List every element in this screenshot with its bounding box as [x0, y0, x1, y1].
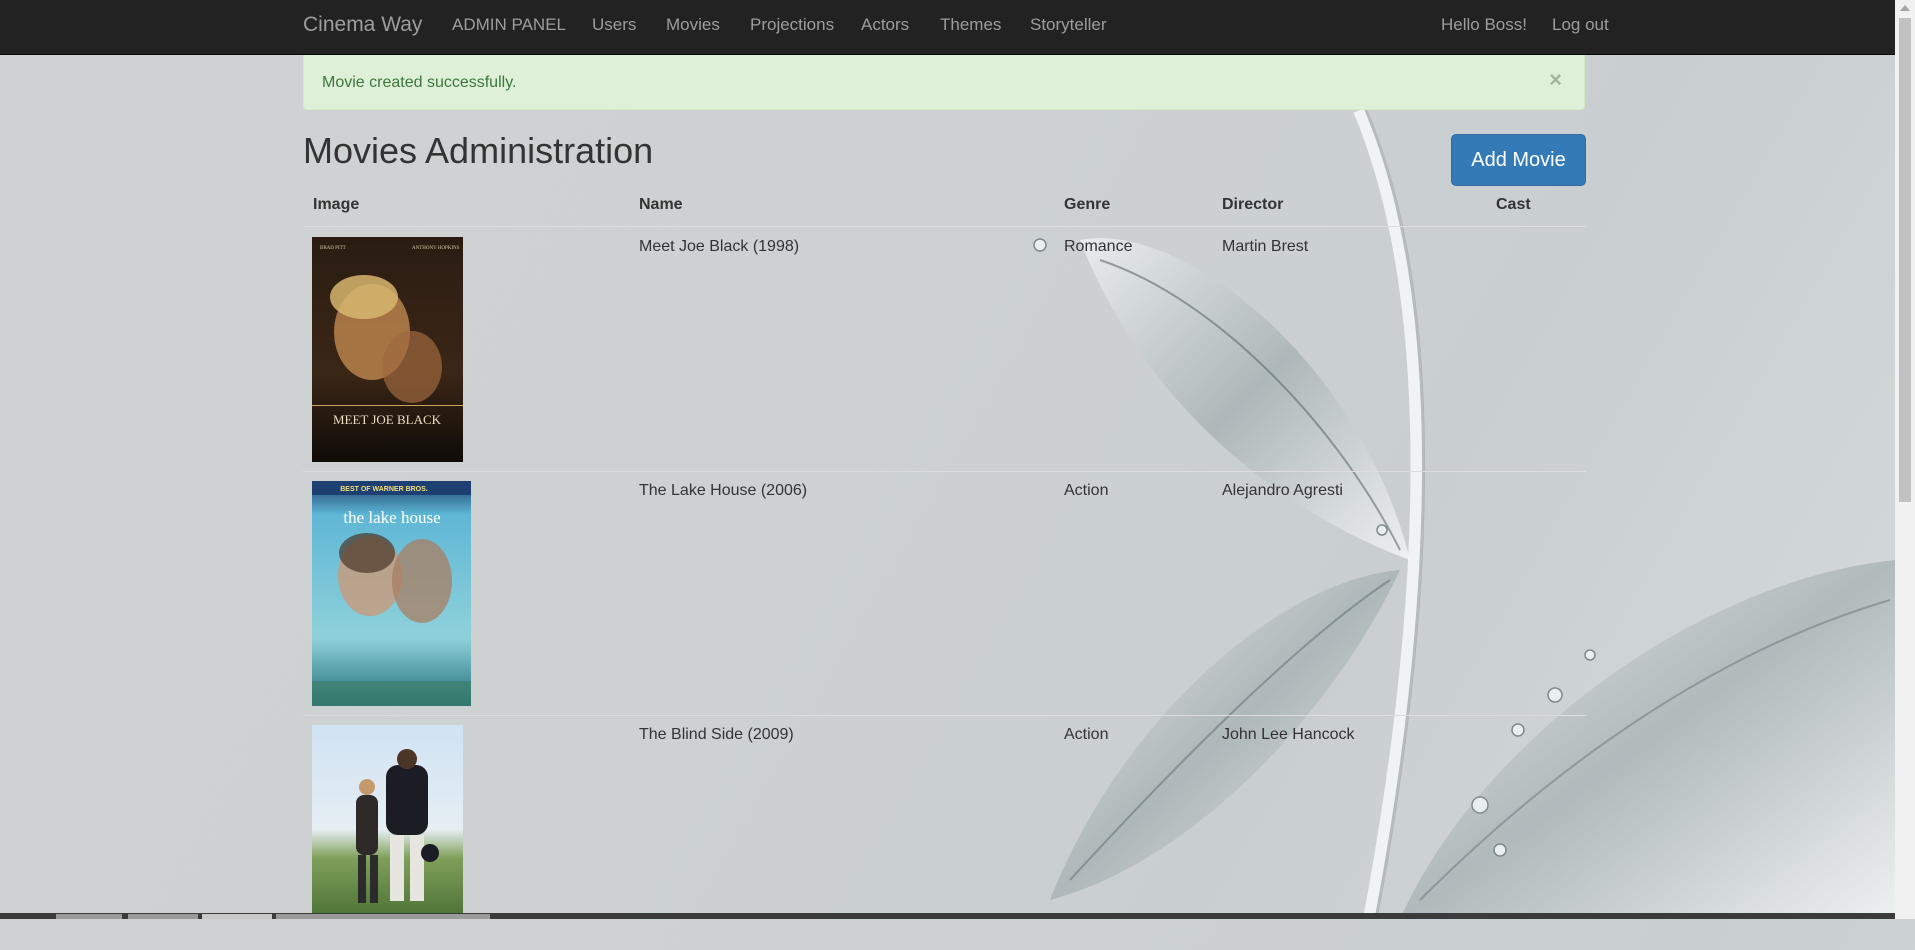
movie-poster-image: BEST OF WARNER BROS. the lake house — [312, 481, 471, 706]
scroll-up-icon[interactable] — [1900, 5, 1910, 11]
nav-logout[interactable]: Log out — [1552, 15, 1609, 35]
movie-name: The Lake House (2006) — [639, 482, 808, 499]
movie-name: The Blind Side (2009) — [639, 726, 794, 743]
row-divider — [303, 715, 1586, 716]
background-leaf-art — [1033, 107, 1895, 919]
movie-name: Meet Joe Black (1998) — [639, 238, 800, 255]
nav-storyteller[interactable]: Storyteller — [1030, 15, 1107, 35]
taskbar-tab[interactable] — [128, 914, 198, 919]
movie-director: Martin Brest — [1222, 238, 1309, 255]
add-movie-button[interactable]: Add Movie — [1451, 134, 1586, 186]
column-header-cast: Cast — [1496, 196, 1531, 213]
column-header-image: Image — [313, 196, 360, 213]
poster-top-left-text: BRAD PITT — [320, 246, 346, 251]
taskbar-tab[interactable] — [276, 914, 490, 919]
header-divider — [303, 226, 1586, 227]
nav-projections[interactable]: Projections — [750, 15, 834, 35]
movie-director: Alejandro Agresti — [1222, 482, 1343, 499]
nav-themes[interactable]: Themes — [940, 15, 1001, 35]
bottom-taskbar-strip — [0, 913, 1895, 919]
poster-top-right-text: ANTHONY HOPKINS — [412, 246, 460, 251]
nav-users[interactable]: Users — [592, 15, 636, 35]
taskbar-tab[interactable] — [202, 914, 272, 919]
poster-title-text: the lake house — [343, 508, 440, 527]
movie-genre: Action — [1064, 482, 1109, 499]
column-header-genre: Genre — [1064, 196, 1111, 213]
page-scrollbar[interactable] — [1895, 0, 1915, 919]
nav-movies[interactable]: Movies — [666, 15, 720, 35]
alert-close-icon[interactable]: × — [1549, 67, 1562, 93]
nav-admin-panel[interactable]: ADMIN PANEL — [452, 15, 566, 35]
alert-message: Movie created successfully. — [322, 74, 517, 91]
poster-banner-text: BEST OF WARNER BROS. — [340, 486, 428, 493]
movie-genre: Action — [1064, 726, 1109, 743]
nav-actors[interactable]: Actors — [861, 15, 909, 35]
taskbar-tab[interactable] — [56, 914, 122, 919]
success-alert: Movie created successfully. × — [303, 54, 1585, 110]
movie-genre: Romance — [1064, 238, 1133, 255]
column-header-name: Name — [639, 196, 683, 213]
row-divider — [303, 471, 1586, 472]
brand-link[interactable]: Cinema Way — [303, 13, 422, 37]
movie-director: John Lee Hancock — [1222, 726, 1355, 743]
page-title: Movies Administration — [303, 130, 654, 171]
nav-greeting[interactable]: Hello Boss! — [1441, 15, 1527, 35]
column-header-director: Director — [1222, 196, 1284, 213]
movie-poster-image: BRAD PITT ANTHONY HOPKINS MEET JOE BLACK — [312, 237, 463, 462]
top-navbar: Cinema Way ADMIN PANEL Users Movies Proj… — [0, 0, 1895, 55]
scrollbar-thumb[interactable] — [1899, 18, 1911, 502]
poster-title-text: MEET JOE BLACK — [333, 412, 442, 427]
